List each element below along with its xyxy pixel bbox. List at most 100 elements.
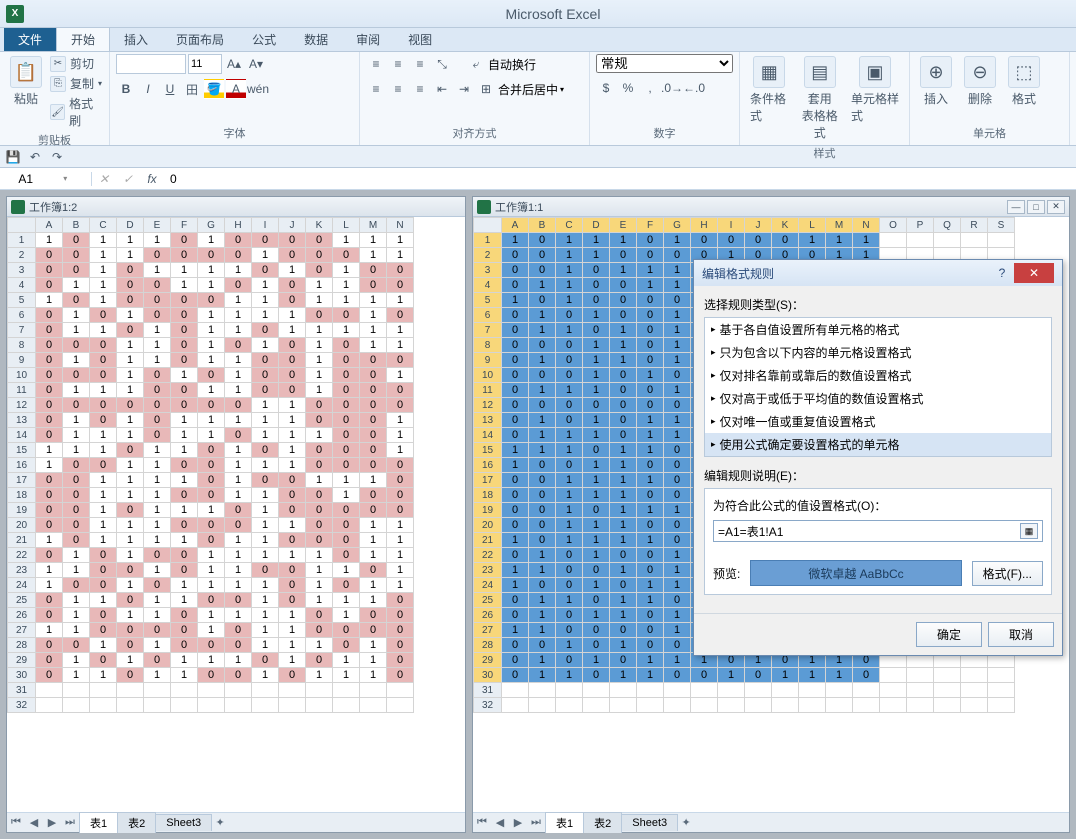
cell[interactable]: 0 (333, 548, 360, 563)
row-header[interactable]: 21 (8, 533, 36, 548)
cell[interactable]: 1 (637, 428, 664, 443)
cell[interactable] (637, 683, 664, 698)
cell[interactable] (252, 698, 279, 713)
number-format-select[interactable]: 常规 (596, 54, 733, 73)
cell[interactable]: 1 (637, 368, 664, 383)
cell[interactable]: 0 (117, 443, 144, 458)
cell[interactable]: 0 (63, 488, 90, 503)
format-button[interactable]: 格式(F)... (972, 561, 1043, 586)
cell[interactable]: 0 (529, 578, 556, 593)
row-header[interactable]: 29 (474, 653, 502, 668)
tab-review[interactable]: 审阅 (342, 28, 394, 51)
cell[interactable]: 0 (90, 308, 117, 323)
cell[interactable]: 1 (502, 293, 529, 308)
cell[interactable]: 1 (171, 428, 198, 443)
cell[interactable]: 1 (556, 263, 583, 278)
cell[interactable]: 1 (225, 308, 252, 323)
wrap-text-icon[interactable]: ⤶ (466, 54, 486, 74)
cell[interactable]: 1 (171, 653, 198, 668)
cell[interactable]: 0 (63, 533, 90, 548)
cell[interactable]: 1 (583, 353, 610, 368)
cell[interactable]: 0 (529, 473, 556, 488)
cell[interactable]: 1 (387, 323, 414, 338)
cell[interactable]: 0 (117, 398, 144, 413)
cell[interactable]: 0 (360, 608, 387, 623)
cell[interactable]: 0 (583, 668, 610, 683)
cell[interactable]: 1 (252, 293, 279, 308)
cell[interactable]: 0 (610, 413, 637, 428)
cell[interactable]: 1 (502, 578, 529, 593)
cell[interactable]: 1 (252, 503, 279, 518)
cell[interactable]: 1 (252, 338, 279, 353)
cell[interactable]: 1 (610, 488, 637, 503)
cell[interactable]: 0 (90, 563, 117, 578)
cell[interactable]: 0 (117, 668, 144, 683)
row-header[interactable]: 32 (8, 698, 36, 713)
cell[interactable]: 0 (144, 248, 171, 263)
cell[interactable]: 0 (529, 398, 556, 413)
cell[interactable]: 1 (529, 353, 556, 368)
column-header[interactable]: O (880, 218, 907, 233)
cell[interactable]: 1 (583, 248, 610, 263)
cell[interactable]: 0 (529, 518, 556, 533)
cell[interactable]: 0 (583, 593, 610, 608)
cell[interactable]: 0 (63, 338, 90, 353)
rule-type-list[interactable]: 基于各自值设置所有单元格的格式只为包含以下内容的单元格设置格式仅对排名靠前或靠后… (704, 317, 1052, 457)
cell[interactable]: 0 (90, 398, 117, 413)
cell[interactable]: 0 (502, 263, 529, 278)
column-header[interactable]: Q (934, 218, 961, 233)
cell[interactable]: 1 (610, 638, 637, 653)
cell[interactable]: 1 (637, 593, 664, 608)
cell[interactable]: 1 (360, 638, 387, 653)
column-header[interactable]: G (664, 218, 691, 233)
cell[interactable]: 1 (63, 428, 90, 443)
column-header[interactable]: N (387, 218, 414, 233)
copy-button[interactable]: ⎘复制▾ (50, 74, 103, 93)
cell[interactable]: 0 (610, 383, 637, 398)
align-left-icon[interactable]: ≡ (366, 79, 386, 99)
cell[interactable]: 1 (252, 398, 279, 413)
cell[interactable]: 0 (90, 653, 117, 668)
cell[interactable]: 1 (333, 608, 360, 623)
cell[interactable] (934, 233, 961, 248)
cell[interactable]: 1 (144, 638, 171, 653)
cell[interactable]: 0 (36, 518, 63, 533)
nav-prev-icon[interactable]: ◀ (25, 814, 43, 832)
cell[interactable] (225, 683, 252, 698)
cell[interactable]: 1 (529, 593, 556, 608)
cell[interactable] (880, 698, 907, 713)
row-header[interactable]: 1 (8, 233, 36, 248)
cell[interactable]: 0 (556, 608, 583, 623)
cell[interactable] (637, 698, 664, 713)
cell[interactable]: 1 (360, 233, 387, 248)
cell[interactable]: 0 (36, 383, 63, 398)
cell[interactable]: 0 (360, 458, 387, 473)
cell[interactable]: 1 (225, 548, 252, 563)
cell[interactable] (171, 683, 198, 698)
cell[interactable]: 1 (36, 533, 63, 548)
cell[interactable]: 1 (63, 608, 90, 623)
row-header[interactable]: 29 (8, 653, 36, 668)
cell[interactable]: 1 (583, 233, 610, 248)
cell[interactable] (988, 233, 1015, 248)
cell[interactable]: 1 (637, 278, 664, 293)
cell[interactable]: 0 (387, 593, 414, 608)
cell[interactable]: 0 (252, 233, 279, 248)
cell[interactable] (117, 698, 144, 713)
cell[interactable]: 1 (360, 593, 387, 608)
cell[interactable]: 0 (502, 338, 529, 353)
cell[interactable] (252, 683, 279, 698)
name-box[interactable]: A1▾ (0, 172, 92, 186)
cell[interactable]: 0 (306, 623, 333, 638)
cell[interactable]: 1 (826, 668, 853, 683)
cell[interactable]: 1 (252, 308, 279, 323)
cell[interactable]: 1 (144, 458, 171, 473)
cell[interactable] (880, 233, 907, 248)
cell[interactable]: 0 (502, 368, 529, 383)
cell[interactable]: 0 (360, 413, 387, 428)
conditional-format-button[interactable]: ▦条件格式 (746, 54, 792, 126)
cell[interactable]: 1 (637, 578, 664, 593)
cell[interactable]: 1 (529, 323, 556, 338)
cell[interactable]: 0 (529, 338, 556, 353)
cell[interactable]: 1 (583, 308, 610, 323)
